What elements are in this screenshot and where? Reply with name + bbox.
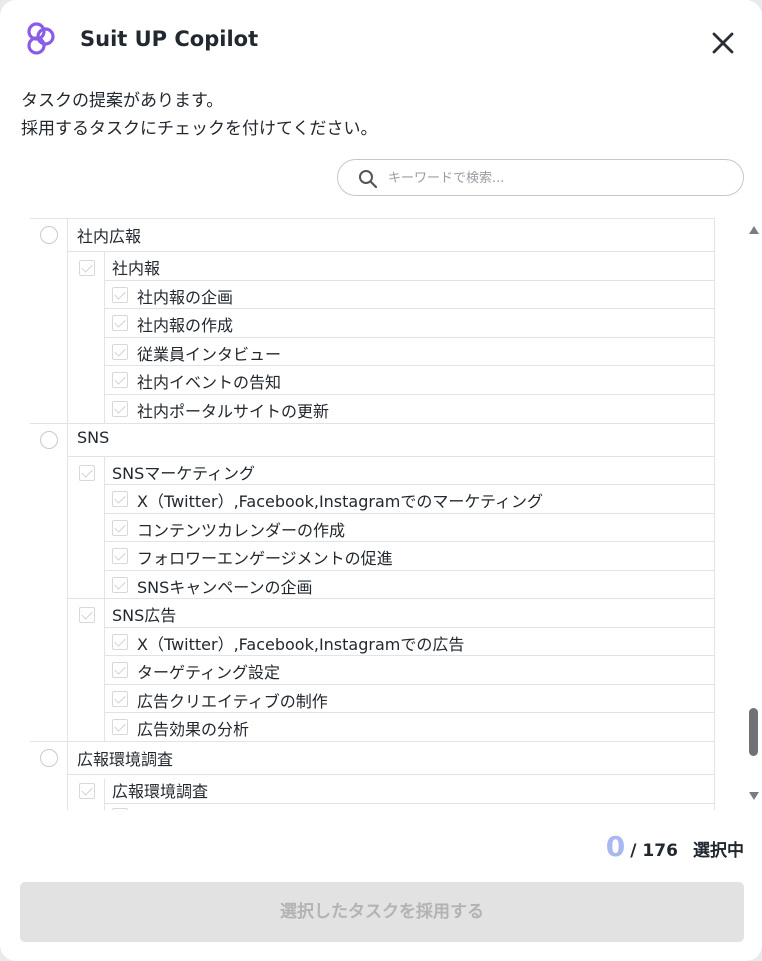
task-checkbox[interactable] [112,287,128,303]
copilot-panel: Suit UP Copilot タスクの提案があります。 採用するタスクにチェッ… [0,0,762,961]
scroll-up-icon[interactable] [749,226,759,234]
group-checkbox[interactable] [79,260,95,276]
row-divider [105,803,715,804]
total-count: / 176 [630,841,678,861]
group-label: 社内報 [112,259,161,278]
scroll-down-icon[interactable] [749,792,759,800]
group-checkbox[interactable] [79,783,95,799]
task-checkbox[interactable] [112,662,128,678]
row-divider [105,365,715,366]
task-label: 社内報の作成 [137,316,234,335]
app-title: Suit UP Copilot [80,27,259,51]
task-checkbox[interactable] [112,520,128,536]
task-checkbox[interactable] [112,315,128,331]
search-icon [359,170,378,189]
adopt-tasks-button[interactable]: 選択したタスクを採用する [20,882,744,942]
group-checkbox[interactable] [79,465,95,481]
selected-label: 選択中 [693,841,744,861]
scroll-thumb[interactable] [749,708,758,756]
search-box[interactable] [337,159,744,196]
task-label: SNSキャンペーンの企画 [137,578,313,597]
row-divider [30,423,715,424]
task-label: コンテンツカレンダーの作成 [137,521,346,540]
intro-text: タスクの提案があります。 採用するタスクにチェックを付けてください。 [21,87,378,143]
task-checkbox[interactable] [112,548,128,564]
task-label: X（Twitter）,Facebook,Instagramでのマーケティング [137,492,544,511]
row-divider [68,774,715,775]
row-divider [30,741,715,742]
selection-counter: 0 / 176 選択中 [606,830,744,863]
category-label: 社内広報 [77,227,142,246]
row-divider [105,684,715,685]
intro-line-1: タスクの提案があります。 [21,91,224,111]
task-checkbox[interactable] [112,691,128,707]
header: Suit UP Copilot [0,0,762,84]
category-label: SNS [77,428,110,447]
category-radio[interactable] [40,749,58,767]
tree-divider [104,779,105,810]
task-label: フォロワーエンゲージメントの促進 [137,549,393,568]
list-scrollbar[interactable] [745,218,762,810]
row-divider [105,541,715,542]
row-divider [105,712,715,713]
task-checkbox[interactable] [112,577,128,593]
task-checkbox[interactable] [112,372,128,388]
row-divider [68,456,715,457]
group-checkbox[interactable] [79,607,95,623]
task-checkbox[interactable] [112,719,128,735]
task-label: ターゲティング設定 [137,663,281,682]
intro-line-2: 採用するタスクにチェックを付けてください。 [21,119,378,139]
row-divider [105,337,715,338]
row-divider [105,627,715,628]
task-checkbox[interactable] [112,808,128,810]
task-list: 社内広報 社内報 社内報の企画 社内報の作成 従業員インタビュー 社内イベントの… [0,218,745,810]
close-icon[interactable] [706,26,740,60]
task-label: 広告クリエイティブの制作 [137,692,328,711]
task-checkbox[interactable] [112,401,128,417]
row-divider [105,655,715,656]
row-divider [105,394,715,395]
task-label: 社内ポータルサイトの更新 [137,402,330,421]
row-divider [68,598,715,599]
row-divider [105,570,715,571]
row-divider [105,280,715,281]
task-label: 広告効果の分析 [137,720,250,739]
row-divider [68,251,715,252]
row-divider [105,484,715,485]
group-label: SNS広告 [112,606,177,625]
search-input[interactable] [388,167,728,189]
row-divider [30,218,715,219]
group-label: SNSマーケティング [112,464,256,483]
category-radio[interactable] [40,431,58,449]
task-label: 社内報の企画 [137,288,234,307]
group-label: 広報環境調査 [112,782,209,801]
row-divider [105,513,715,514]
row-divider [105,308,715,309]
task-label: 従業員インタビュー [137,345,282,364]
task-checkbox[interactable] [112,344,128,360]
task-label: X（Twitter）,Facebook,Instagramでの広告 [137,635,465,654]
task-label: 社内イベントの告知 [137,373,282,392]
task-checkbox[interactable] [112,634,128,650]
category-label: 広報環境調査 [77,750,174,769]
tree-divider [67,218,68,810]
selected-count: 0 [605,830,626,863]
tree-divider [714,218,715,810]
suitup-logo-icon [27,22,55,55]
category-radio[interactable] [40,226,58,244]
task-checkbox[interactable] [112,491,128,507]
